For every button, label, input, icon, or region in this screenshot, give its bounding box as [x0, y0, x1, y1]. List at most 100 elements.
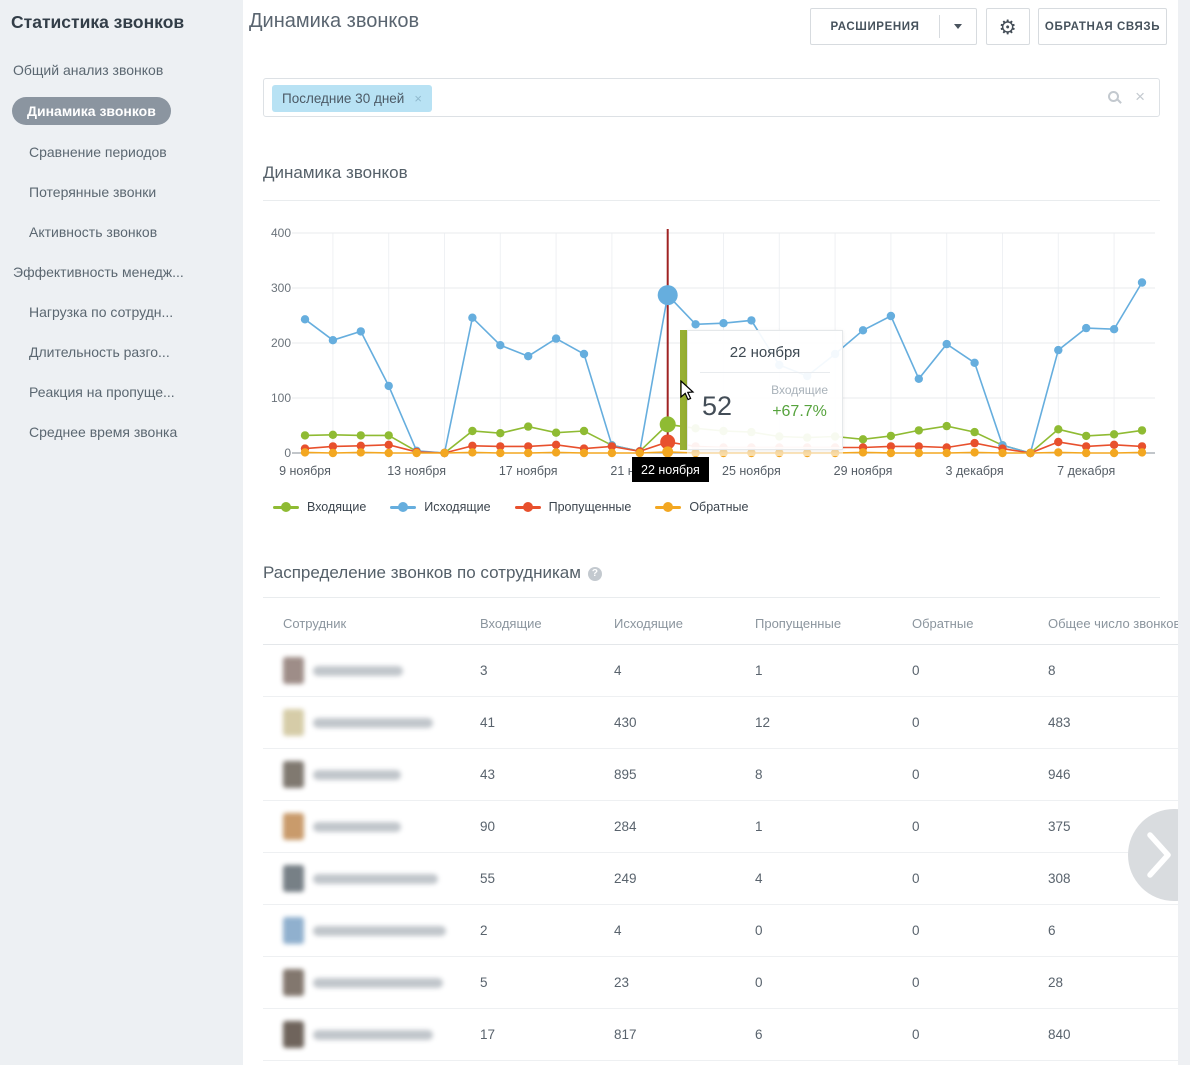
- axis-tooltip: 22 ноября: [632, 457, 709, 482]
- feedback-button-label: ОБРАТНАЯ СВЯЗЬ: [1045, 21, 1160, 33]
- search-icon[interactable]: [1108, 91, 1119, 102]
- filter-tag[interactable]: Последние 30 дней ×: [272, 85, 432, 112]
- page-title: Динамика звонков: [249, 10, 419, 33]
- legend-label: Пропущенные: [549, 500, 632, 514]
- divider: [263, 597, 1160, 598]
- cell-1: 430: [614, 715, 755, 730]
- column-header-5: Общее число звонков: [1048, 616, 1178, 631]
- tooltip-divider: [700, 372, 830, 373]
- feedback-button[interactable]: ОБРАТНАЯ СВЯЗЬ: [1038, 8, 1167, 45]
- svg-text:3 декабря: 3 декабря: [946, 464, 1004, 478]
- tooltip-value: 52: [702, 391, 732, 421]
- svg-text:13 ноября: 13 ноября: [387, 464, 446, 478]
- employee-cell: [283, 917, 480, 944]
- cell-0: 55: [480, 871, 614, 886]
- cell-3: 0: [912, 715, 1048, 730]
- avatar: [283, 761, 304, 788]
- legend-marker: [515, 506, 541, 509]
- avatar: [283, 969, 304, 996]
- caret-down-icon: [954, 24, 962, 29]
- legend-item-3[interactable]: Обратные: [655, 500, 748, 514]
- avatar: [283, 709, 304, 736]
- topbar: Динамика звонков РАСШИРЕНИЯ ⚙ ОБРАТНАЯ С…: [243, 0, 1178, 60]
- svg-text:100: 100: [271, 391, 291, 405]
- svg-text:9 ноября: 9 ноября: [279, 464, 331, 478]
- help-icon[interactable]: ?: [588, 567, 602, 581]
- sidebar-item-8[interactable]: Реакция на пропуще...: [29, 379, 175, 405]
- sidebar-item-1[interactable]: Динамика звонков: [12, 97, 171, 125]
- cell-3: 0: [912, 975, 1048, 990]
- cell-3: 0: [912, 819, 1048, 834]
- cell-2: 0: [755, 923, 912, 938]
- table-row[interactable]: 41430120483: [263, 697, 1178, 749]
- sidebar-item-3[interactable]: Потерянные звонки: [29, 179, 156, 205]
- extensions-dropdown-toggle[interactable]: [940, 24, 976, 29]
- cell-1: 284: [614, 819, 755, 834]
- clear-icon[interactable]: ×: [1135, 87, 1145, 107]
- settings-button[interactable]: ⚙: [986, 8, 1030, 45]
- cell-3: 0: [912, 871, 1048, 886]
- employee-cell: [283, 1021, 480, 1048]
- cell-4: 8: [1048, 663, 1178, 678]
- column-header-3: Пропущенные: [755, 616, 912, 631]
- tag-remove-icon[interactable]: ×: [414, 91, 422, 106]
- cell-3: 0: [912, 1027, 1048, 1042]
- filter-tag-label: Последние 30 дней: [282, 91, 404, 106]
- legend-item-1[interactable]: Исходящие: [390, 500, 490, 514]
- sidebar-item-9[interactable]: Среднее время звонка: [29, 419, 177, 445]
- legend-item-2[interactable]: Пропущенные: [515, 500, 632, 514]
- table-row[interactable]: 5230028: [263, 957, 1178, 1009]
- cell-1: 4: [614, 663, 755, 678]
- extensions-button-label: РАСШИРЕНИЯ: [811, 21, 939, 33]
- legend-label: Входящие: [307, 500, 366, 514]
- employee-cell: [283, 865, 480, 892]
- sidebar: Статистика звонков Общий анализ звонков Д…: [0, 0, 243, 1065]
- sidebar-item-4[interactable]: Активность звонков: [29, 219, 157, 245]
- sidebar-item-0[interactable]: Общий анализ звонков: [13, 57, 163, 83]
- legend-marker: [655, 506, 681, 509]
- table-row[interactable]: 4389580946: [263, 749, 1178, 801]
- mouse-cursor-icon: [679, 380, 697, 402]
- table-row[interactable]: 1781760840: [263, 1009, 1178, 1061]
- chart-legend: Входящие Исходящие Пропущенные Обратные: [273, 500, 772, 514]
- cell-2: 6: [755, 1027, 912, 1042]
- column-header-0: Сотрудник: [263, 616, 480, 631]
- svg-text:0: 0: [284, 446, 291, 460]
- gear-icon: ⚙: [999, 15, 1018, 39]
- employee-name-blurred: [313, 978, 443, 988]
- extensions-button[interactable]: РАСШИРЕНИЯ: [810, 8, 977, 45]
- cell-0: 90: [480, 819, 614, 834]
- cell-3: 0: [912, 663, 1048, 678]
- sidebar-nav: Общий анализ звонков Динамика звонков Срав…: [0, 33, 243, 445]
- sidebar-item-6[interactable]: Нагрузка по сотрудн...: [29, 299, 173, 325]
- sidebar-item-5[interactable]: Эффективность менедж...: [13, 259, 184, 285]
- svg-text:300: 300: [271, 281, 291, 295]
- table-row[interactable]: 24006: [263, 905, 1178, 957]
- legend-item-0[interactable]: Входящие: [273, 500, 366, 514]
- employee-cell: [283, 813, 480, 840]
- cell-1: 817: [614, 1027, 755, 1042]
- column-header-1: Входящие: [480, 616, 614, 631]
- cell-1: 23: [614, 975, 755, 990]
- cell-3: 0: [912, 767, 1048, 782]
- avatar: [283, 917, 304, 944]
- sidebar-item-7[interactable]: Длительность разго...: [29, 339, 170, 365]
- cell-2: 1: [755, 819, 912, 834]
- filter-input[interactable]: Последние 30 дней × ×: [263, 78, 1160, 117]
- cell-1: 4: [614, 923, 755, 938]
- tooltip-series-label: Входящие: [771, 383, 828, 397]
- cell-2: 4: [755, 871, 912, 886]
- sidebar-item-2[interactable]: Сравнение периодов: [29, 139, 167, 165]
- table-row[interactable]: 9028410375: [263, 801, 1178, 853]
- main-area: Динамика звонков РАСШИРЕНИЯ ⚙ ОБРАТНАЯ С…: [243, 0, 1178, 1065]
- divider: [263, 200, 1160, 201]
- avatar: [283, 865, 304, 892]
- svg-text:25 ноября: 25 ноября: [722, 464, 781, 478]
- table-section-title: Распределение звонков по сотрудникам?: [263, 563, 602, 583]
- employee-cell: [283, 709, 480, 736]
- table-row[interactable]: 34108: [263, 645, 1178, 697]
- sidebar-title: Статистика звонков: [0, 0, 243, 33]
- table-row[interactable]: 5524940308: [263, 853, 1178, 905]
- cell-2: 12: [755, 715, 912, 730]
- cell-1: 895: [614, 767, 755, 782]
